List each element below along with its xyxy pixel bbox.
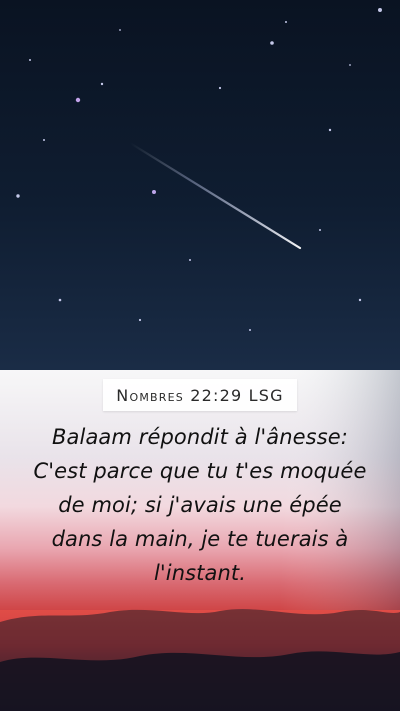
land-silhouette: [0, 651, 400, 711]
night-sky-photo: [0, 0, 400, 711]
verse-reference: Nombres 22:29 LSG: [103, 379, 297, 411]
verse-text: Balaam répondit à l'ânesse: C'est parce …: [33, 425, 367, 585]
